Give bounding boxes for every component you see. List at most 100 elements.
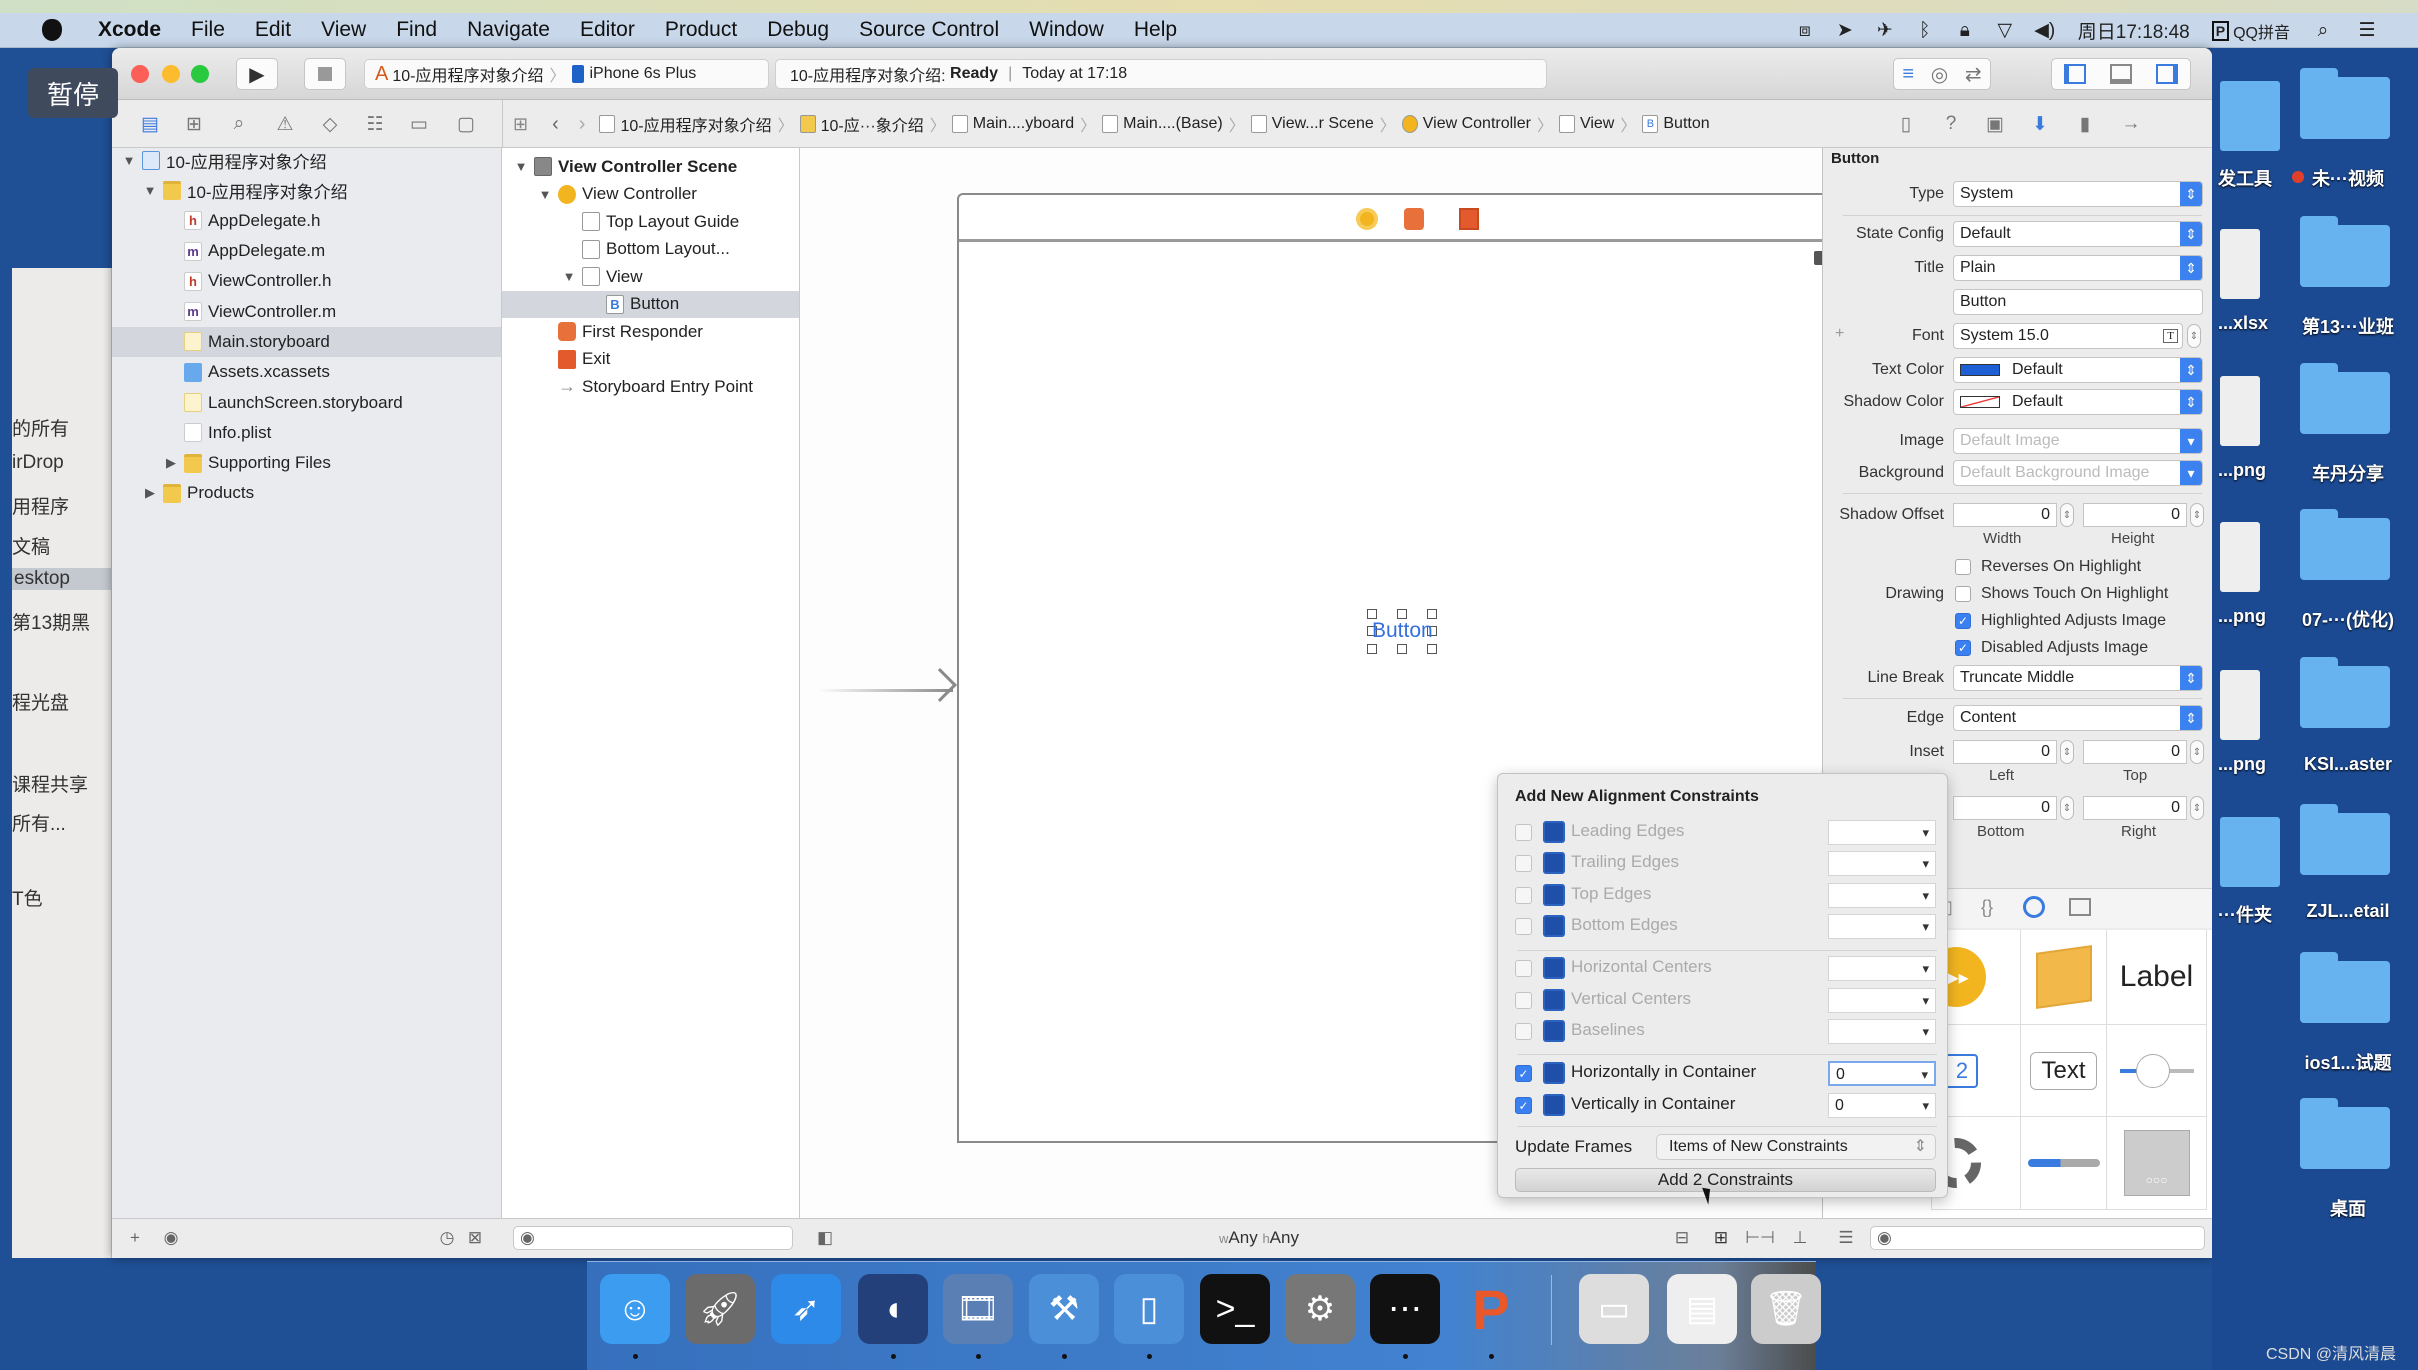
desktop-item-label[interactable]: ...png [2218, 460, 2266, 481]
drawing-option-checkbox[interactable] [1955, 586, 1971, 602]
scheme-selector[interactable]: A 10-应用程序对象介绍 〉 iPhone 6s Plus [364, 59, 769, 89]
outline-toggle-icon[interactable]: ◧ [814, 1226, 836, 1250]
library-filter-field[interactable]: ◉ [1870, 1226, 2205, 1250]
resize-handle[interactable] [1367, 644, 1377, 654]
menu-source-control[interactable]: Source Control [859, 18, 999, 42]
tree-item[interactable]: ▶ Products [112, 478, 501, 508]
breakpoint-navigator-icon[interactable]: ▭ [407, 112, 431, 136]
line-break-select[interactable]: Truncate Middle [1953, 665, 2203, 691]
navigator-filter-icon[interactable]: ◉ [160, 1226, 182, 1250]
desktop-item-label[interactable]: 车丹分享 [2296, 460, 2400, 486]
find-navigator-icon[interactable]: ⌕ [227, 112, 251, 136]
lock-icon[interactable]: 🔒︎ [1954, 20, 1976, 41]
inset-left-field[interactable]: 0 [1953, 740, 2057, 764]
finder-sidebar-item[interactable]: 所有... [12, 809, 66, 836]
update-frames-select[interactable]: Items of New Constraints ⇕ [1656, 1134, 1936, 1160]
state-config-select[interactable]: Default [1953, 221, 2203, 247]
tree-item[interactable]: Main.storyboard [112, 326, 501, 358]
pause-overlay[interactable]: 暂停 [28, 68, 118, 118]
finder-icon[interactable]: ☺ [600, 1274, 670, 1344]
desktop-folder-icon[interactable] [2300, 1098, 2390, 1169]
debug-navigator-icon[interactable]: ☷ [363, 112, 387, 136]
resize-handle[interactable] [1427, 644, 1437, 654]
size-inspector-icon[interactable]: ▮ [2073, 112, 2097, 136]
tree-item[interactable]: h AppDelegate.h [112, 206, 501, 236]
disclosure-open-icon[interactable]: ▼ [538, 187, 552, 202]
library-item-progress-view[interactable] [2021, 1117, 2107, 1210]
tree-item[interactable]: ▼ View Controller Scene [502, 153, 799, 181]
jump-bar-item[interactable]: 10-应···象介绍 [799, 112, 924, 136]
desktop-item-label[interactable]: 发工具 [2218, 165, 2272, 191]
tree-item[interactable]: First Responder [502, 318, 799, 346]
jump-bar-item[interactable]: View...r Scene [1250, 115, 1374, 133]
drawing-option-checkbox[interactable] [1955, 559, 1971, 575]
desktop-item-label[interactable]: ...xlsx [2218, 313, 2268, 334]
constraint-constant-field[interactable] [1828, 820, 1936, 845]
type-select[interactable]: System [1953, 181, 2203, 207]
inset-bottom-field[interactable]: 0 [1953, 796, 2057, 820]
resize-handle[interactable] [1427, 609, 1437, 619]
constraint-checkbox[interactable]: ✓ [1515, 1097, 1532, 1114]
shadow-width-field[interactable]: 0 [1953, 503, 2057, 527]
tree-item[interactable]: Exit [502, 346, 799, 374]
desktop-item-label[interactable]: ...png [2218, 606, 2266, 627]
finder-sidebar-item[interactable]: 课程共享 [12, 770, 88, 797]
shadow-color-select[interactable]: Default [1953, 389, 2203, 415]
notification-center-icon[interactable]: ☰ [2356, 20, 2378, 41]
stop-button[interactable] [304, 58, 346, 90]
project-navigator-icon[interactable]: ▤ [138, 112, 162, 136]
finder-sidebar-item[interactable]: 用程序 [12, 492, 69, 519]
assistant-editor-icon[interactable]: ◎ [1931, 62, 1948, 87]
close-window-button[interactable] [131, 65, 149, 83]
font-size-stepper[interactable]: ⇕ [2187, 324, 2201, 348]
terminal-icon[interactable]: >_ [1200, 1274, 1270, 1344]
constraint-checkbox[interactable]: ✓ [1515, 1065, 1532, 1082]
constraint-checkbox[interactable] [1515, 992, 1532, 1009]
library-item-text-field[interactable]: Text [2021, 1025, 2107, 1117]
issue-navigator-icon[interactable]: ⚠ [273, 112, 297, 136]
constraint-checkbox[interactable] [1515, 960, 1532, 977]
jump-bar-item[interactable]: Main....(Base) [1102, 115, 1223, 133]
exit-icon[interactable] [1459, 208, 1479, 230]
media-library-icon[interactable] [2069, 898, 2091, 916]
desktop-folder-icon[interactable] [2300, 509, 2390, 580]
location-icon[interactable]: ➤ [1834, 20, 1856, 41]
symbol-navigator-icon[interactable]: ⊞ [182, 112, 206, 136]
menu-debug[interactable]: Debug [767, 18, 829, 42]
disclosure-closed-icon[interactable]: ▶ [143, 485, 157, 501]
font-picker-icon[interactable]: T [2163, 329, 2178, 343]
menu-navigate[interactable]: Navigate [467, 18, 550, 42]
finder-sidebar-item[interactable]: irDrop [12, 452, 64, 474]
constraint-checkbox[interactable] [1515, 1023, 1532, 1040]
tree-item[interactable]: Bottom Layout... [502, 236, 799, 264]
shadow-width-stepper[interactable]: ⇕ [2060, 503, 2074, 527]
constraint-constant-field[interactable] [1828, 883, 1936, 908]
drawing-option-checkbox[interactable]: ✓ [1955, 640, 1971, 656]
tree-item[interactable]: ▶ Supporting Files [112, 448, 501, 478]
device-name[interactable]: iPhone 6s Plus [590, 65, 697, 83]
add-constraints-button[interactable]: Add 2 Constraints [1515, 1168, 1936, 1192]
image-select[interactable]: Default Image [1953, 428, 2203, 454]
code-snippet-library-icon[interactable]: {} [1981, 897, 1993, 918]
menu-app[interactable]: Xcode [98, 18, 161, 42]
airplane-icon[interactable]: ✈ [1874, 20, 1896, 41]
desktop-folder-icon[interactable] [2220, 817, 2280, 887]
screenshot-stack-icon[interactable]: ▭ [1579, 1274, 1649, 1344]
desktop-item-label[interactable]: ios1...试题 [2296, 1049, 2400, 1075]
jump-bar-item[interactable]: 10-应用程序对象介绍 [599, 112, 772, 136]
view-controller-icon[interactable] [1356, 208, 1378, 230]
outline-filter-field[interactable]: ◉ [513, 1226, 793, 1250]
edge-select[interactable]: Content [1953, 705, 2203, 731]
volume-icon[interactable]: ◀) [2034, 20, 2056, 41]
tree-item[interactable]: Assets.xcassets [112, 357, 501, 387]
constraint-checkbox[interactable] [1515, 855, 1532, 872]
test-navigator-icon[interactable]: ◇ [318, 112, 342, 136]
library-item-object[interactable] [2021, 930, 2107, 1025]
library-item-page-control[interactable]: ○○○ [2107, 1117, 2207, 1210]
constraint-constant-field[interactable] [1828, 914, 1936, 939]
trash-icon[interactable]: 🗑︎ [1751, 1274, 1821, 1344]
apple-menu-icon[interactable] [42, 19, 62, 41]
desktop-item-label[interactable]: ...png [2218, 754, 2266, 775]
constraint-constant-field[interactable] [1828, 851, 1936, 876]
wifi-icon[interactable]: ▽ [1994, 20, 2016, 41]
